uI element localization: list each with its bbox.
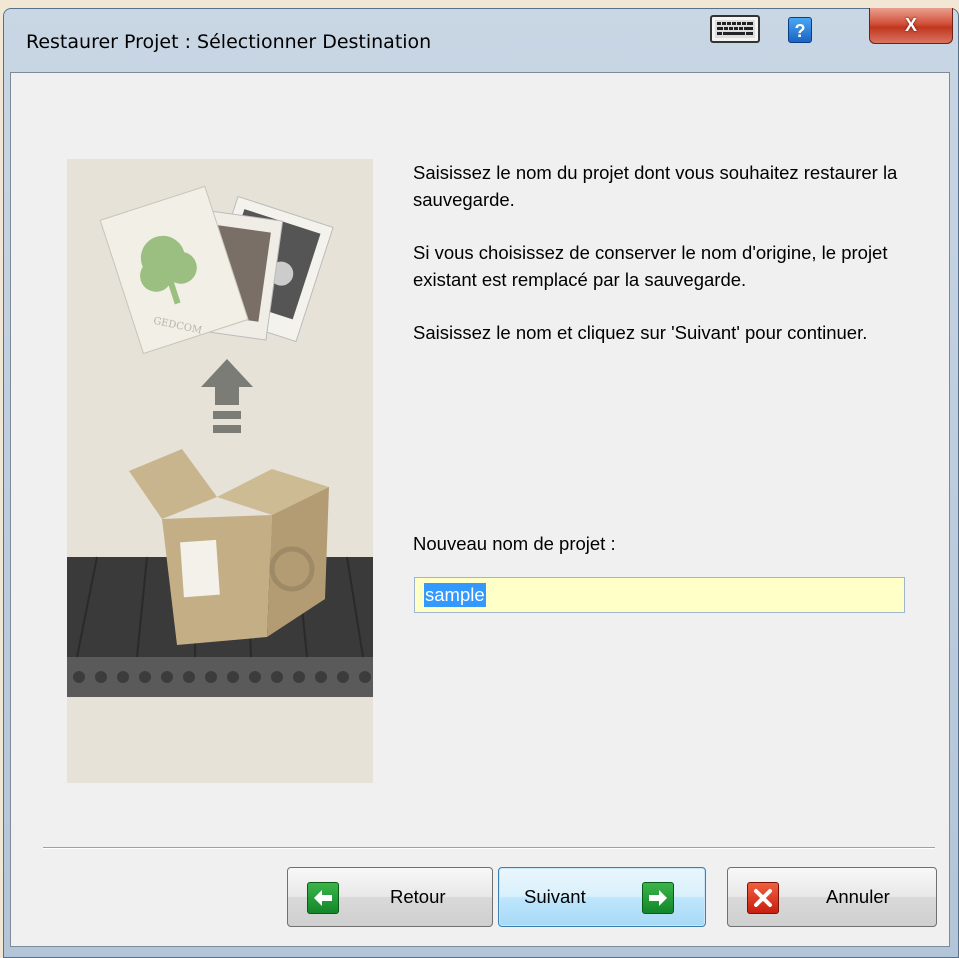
arrow-right-icon	[642, 882, 674, 914]
instruction-paragraph-3: Saisissez le nom et cliquez sur 'Suivant…	[413, 322, 868, 343]
instructions: Saisissez le nom du projet dont vous sou…	[413, 159, 913, 372]
cancel-x-icon	[747, 882, 779, 914]
close-button[interactable]: X	[869, 8, 953, 44]
project-name-input[interactable]: sample	[414, 577, 905, 613]
project-name-label: Nouveau nom de projet :	[413, 533, 616, 554]
restore-illustration: GEDCOM	[67, 159, 373, 783]
instruction-paragraph-1: Saisissez le nom du projet dont vous sou…	[413, 162, 898, 210]
separator	[43, 847, 935, 849]
next-button[interactable]: Suivant	[498, 867, 706, 927]
instruction-paragraph-2: Si vous choisissez de conserver le nom d…	[413, 242, 888, 290]
selected-input-text[interactable]: sample	[424, 583, 486, 607]
keyboard-icon[interactable]	[710, 15, 760, 43]
back-button[interactable]: Retour	[287, 867, 493, 927]
next-button-label: Suivant	[524, 886, 586, 907]
help-button[interactable]: ?	[788, 17, 812, 43]
back-button-label: Retour	[390, 886, 446, 907]
window-title: Restaurer Projet : Sélectionner Destinat…	[26, 31, 432, 53]
cancel-button-label: Annuler	[826, 886, 890, 907]
title-bar[interactable]: Restaurer Projet : Sélectionner Destinat…	[4, 8, 958, 69]
dialog-window: Restaurer Projet : Sélectionner Destinat…	[3, 8, 959, 958]
cancel-button[interactable]: Annuler	[727, 867, 937, 927]
arrow-left-icon	[307, 882, 339, 914]
dialog-content: GEDCOM Saisissez le nom du projet dont v…	[10, 72, 950, 947]
